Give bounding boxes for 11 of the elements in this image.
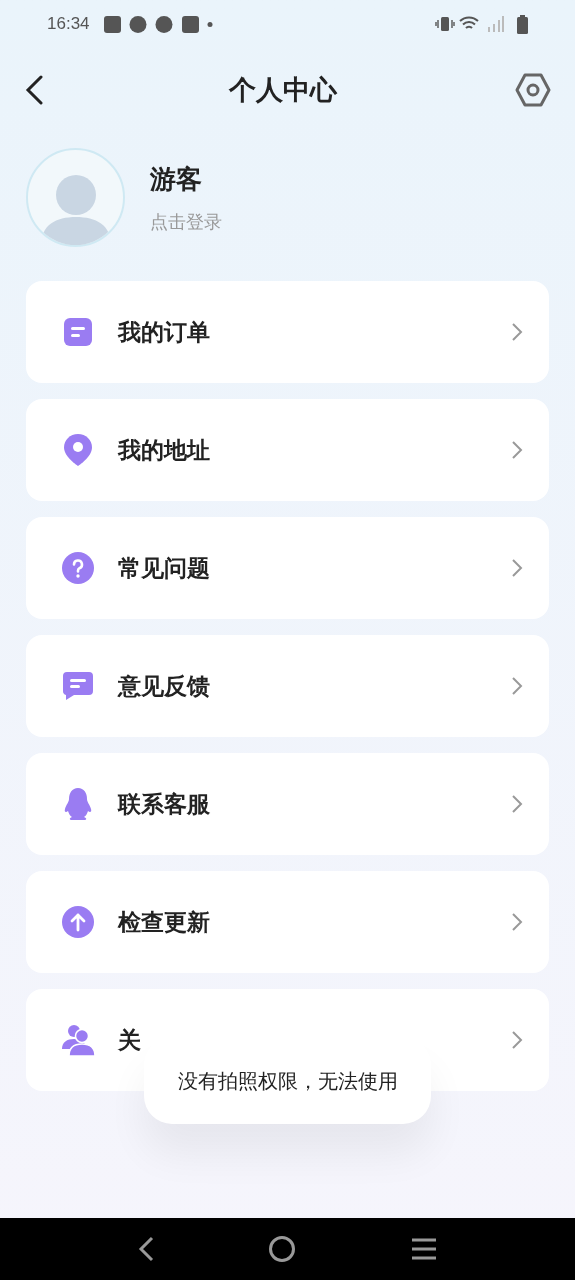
- menu-label: 检查更新: [118, 907, 210, 937]
- page-title: 个人中心: [228, 73, 337, 107]
- menu-label: 我的地址: [118, 435, 210, 465]
- menu-label: 联系客服: [118, 789, 210, 819]
- user-name: 游客: [150, 162, 203, 196]
- menu-label: 我的订单: [118, 317, 210, 347]
- menu-label: 常见问题: [118, 553, 210, 583]
- toast-message: 没有拍照权限，无法使用: [177, 1068, 398, 1094]
- menu-label: 意见反馈: [118, 671, 210, 701]
- status-time: 16:34: [47, 13, 90, 36]
- menu-label: 关: [118, 1025, 141, 1055]
